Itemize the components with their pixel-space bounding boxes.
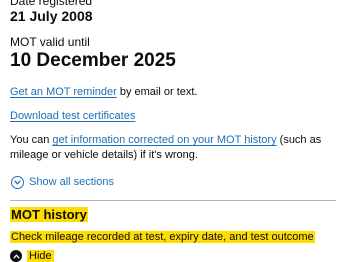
mot-history-section-heading[interactable]: MOT history — [10, 206, 336, 224]
mot-history-title: MOT history — [10, 207, 88, 222]
mot-valid-label: MOT valid until — [10, 35, 90, 49]
show-all-sections-label: Show all sections — [29, 176, 114, 188]
section-divider — [10, 200, 336, 201]
date-registered-label: Date registered — [10, 0, 93, 8]
chevron-up-circle-icon — [10, 250, 22, 262]
date-registered-value: 21 July 2008 — [10, 8, 93, 24]
vehicle-details-page: Date registered 21 July 2008 MOT valid u… — [10, 0, 336, 262]
chevron-down-circle-icon — [11, 175, 24, 189]
mot-reminder-paragraph: Get an MOT reminder by email or text. — [10, 85, 336, 100]
correction-paragraph: You can get information corrected on you… — [10, 133, 336, 163]
hide-section-label: Hide — [27, 250, 54, 262]
download-certificates-link[interactable]: Download test certificates — [10, 110, 135, 122]
correction-link[interactable]: get information corrected on your MOT hi… — [52, 134, 276, 146]
correction-prefix: You can — [10, 134, 53, 146]
mot-history-summary-row: Check mileage recorded at test, expiry d… — [10, 229, 336, 245]
mot-valid-value: 10 December 2025 — [10, 50, 176, 71]
mot-history-summary: Check mileage recorded at test, expiry d… — [10, 231, 315, 243]
certificates-paragraph: Download test certificates — [10, 109, 336, 124]
mot-reminder-link[interactable]: Get an MOT reminder — [10, 86, 117, 98]
show-all-sections-button[interactable]: Show all sections — [10, 174, 336, 190]
hide-section-button[interactable]: Hide — [10, 250, 336, 262]
mot-reminder-suffix: by email or text. — [116, 86, 198, 98]
